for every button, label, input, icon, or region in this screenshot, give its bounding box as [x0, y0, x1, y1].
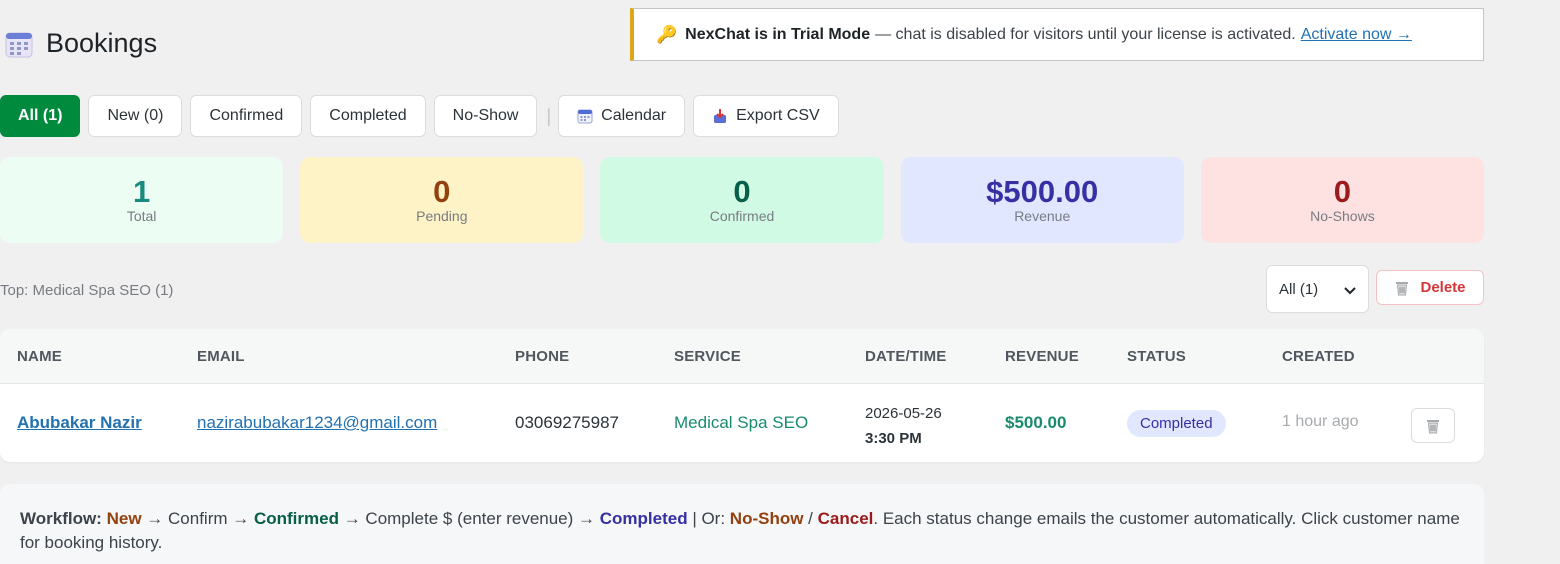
filter-no-show-button[interactable]: No-Show	[433, 95, 538, 137]
booking-service: Medical Spa SEO	[674, 413, 809, 432]
stat-label: Confirmed	[709, 208, 775, 224]
col-header-datetime[interactable]: DATE/TIME	[865, 348, 947, 365]
export-csv-button[interactable]: Export CSV	[693, 95, 839, 137]
delete-label: Delete	[1420, 279, 1466, 296]
workflow-no-show: No-Show	[729, 509, 804, 528]
calendar-button-label: Calendar	[601, 107, 667, 124]
workflow-text: | Or:	[687, 509, 730, 528]
workflow-new: New	[106, 509, 142, 528]
notice-message: — chat is disabled for visitors until yo…	[875, 25, 1296, 43]
stat-label: No-Shows	[1310, 208, 1375, 224]
trash-icon	[1396, 281, 1409, 295]
col-header-created[interactable]: CREATED	[1282, 348, 1355, 365]
booking-created: 1 hour ago	[1282, 413, 1359, 430]
table-header: NAME EMAIL PHONE SERVICE DATE/TIME REVEN…	[0, 329, 1484, 384]
calendar-button[interactable]: Calendar	[558, 95, 686, 137]
notice-brand-status: NexChat is in Trial Mode	[685, 25, 871, 43]
workflow-cancel: Cancel	[817, 509, 874, 528]
workflow-label: Workflow:	[20, 509, 102, 528]
page-header: Bookings	[4, 28, 157, 59]
workflow-text: → Complete $ (enter revenue) →	[338, 509, 600, 528]
stat-card-pending: 0 Pending	[300, 157, 584, 243]
booking-revenue: $500.00	[1005, 413, 1067, 432]
workflow-completed: Completed	[599, 509, 688, 528]
stat-label: Total	[126, 208, 157, 224]
booking-date: 2026-05-26	[865, 405, 942, 422]
filter-new-button[interactable]: New (0)	[88, 95, 183, 137]
key-icon: 🔑	[656, 24, 678, 44]
stat-card-no-shows: 0 No-Shows	[1200, 157, 1485, 243]
top-service-text: Top: Medical Spa SEO (1)	[0, 282, 174, 299]
col-header-phone[interactable]: PHONE	[515, 348, 569, 365]
status-badge[interactable]: Completed	[1127, 410, 1226, 437]
booking-time: 3:30 PM	[865, 430, 922, 447]
chevron-down-icon	[1344, 287, 1356, 295]
stat-label: Pending	[416, 208, 468, 224]
col-header-email[interactable]: EMAIL	[197, 348, 245, 365]
customer-name-link[interactable]: Abubakar Nazir	[17, 413, 142, 433]
bulk-delete-button[interactable]: Delete	[1376, 270, 1484, 305]
stat-card-revenue: $500.00 Revenue	[900, 157, 1184, 243]
filter-all-button[interactable]: All (1)	[0, 95, 81, 137]
stat-value: 1	[132, 174, 151, 209]
workflow-text: /	[803, 509, 818, 528]
workflow-note: Workflow: New → Confirm → Confirmed → Co…	[0, 484, 1484, 564]
toolbar-separator: |	[546, 105, 552, 126]
calendar-icon	[577, 109, 593, 124]
trash-icon	[1427, 419, 1439, 433]
bulk-filter-select[interactable]: All (1)	[1266, 265, 1369, 313]
table-row: Abubakar Nazir nazirabubakar1234@gmail.c…	[0, 384, 1484, 462]
stat-value: 0	[733, 174, 751, 209]
stat-value: 0	[433, 174, 451, 209]
filter-confirmed-button[interactable]: Confirmed	[190, 95, 303, 137]
trial-mode-notice: 🔑 NexChat is in Trial Mode — chat is dis…	[630, 8, 1484, 61]
col-header-name[interactable]: NAME	[17, 348, 62, 365]
bulk-filter-value: All (1)	[1279, 280, 1319, 298]
export-csv-label: Export CSV	[736, 107, 820, 124]
customer-phone: 03069275987	[515, 413, 620, 432]
workflow-confirmed: Confirmed	[253, 509, 339, 528]
export-icon	[714, 109, 727, 123]
row-delete-button[interactable]	[1411, 408, 1455, 443]
filter-completed-button[interactable]: Completed	[310, 95, 426, 137]
booking-datetime: 2026-05-26 3:30 PM	[865, 401, 942, 451]
customer-email-link[interactable]: nazirabubakar1234@gmail.com	[197, 413, 437, 433]
calendar-icon	[5, 32, 33, 57]
stat-label: Revenue	[1014, 208, 1071, 224]
status-filter-toolbar: All (1) New (0) Confirmed Completed No-S…	[0, 95, 847, 137]
stat-value: $500.00	[986, 174, 1099, 209]
col-header-status[interactable]: STATUS	[1127, 348, 1186, 365]
stat-card-total: 1 Total	[0, 157, 284, 243]
bookings-table: NAME EMAIL PHONE SERVICE DATE/TIME REVEN…	[0, 329, 1484, 462]
col-header-revenue[interactable]: REVENUE	[1005, 348, 1079, 365]
stat-card-confirmed: 0 Confirmed	[600, 157, 884, 243]
workflow-text: → Confirm →	[141, 509, 254, 528]
activate-now-link[interactable]: Activate now →	[1301, 26, 1412, 44]
stats-cards: 1 Total 0 Pending 0 Confirmed $500.00 Re…	[0, 157, 1485, 243]
page-title: Bookings	[46, 28, 158, 58]
col-header-service[interactable]: SERVICE	[674, 348, 741, 365]
stat-value: 0	[1333, 174, 1352, 209]
